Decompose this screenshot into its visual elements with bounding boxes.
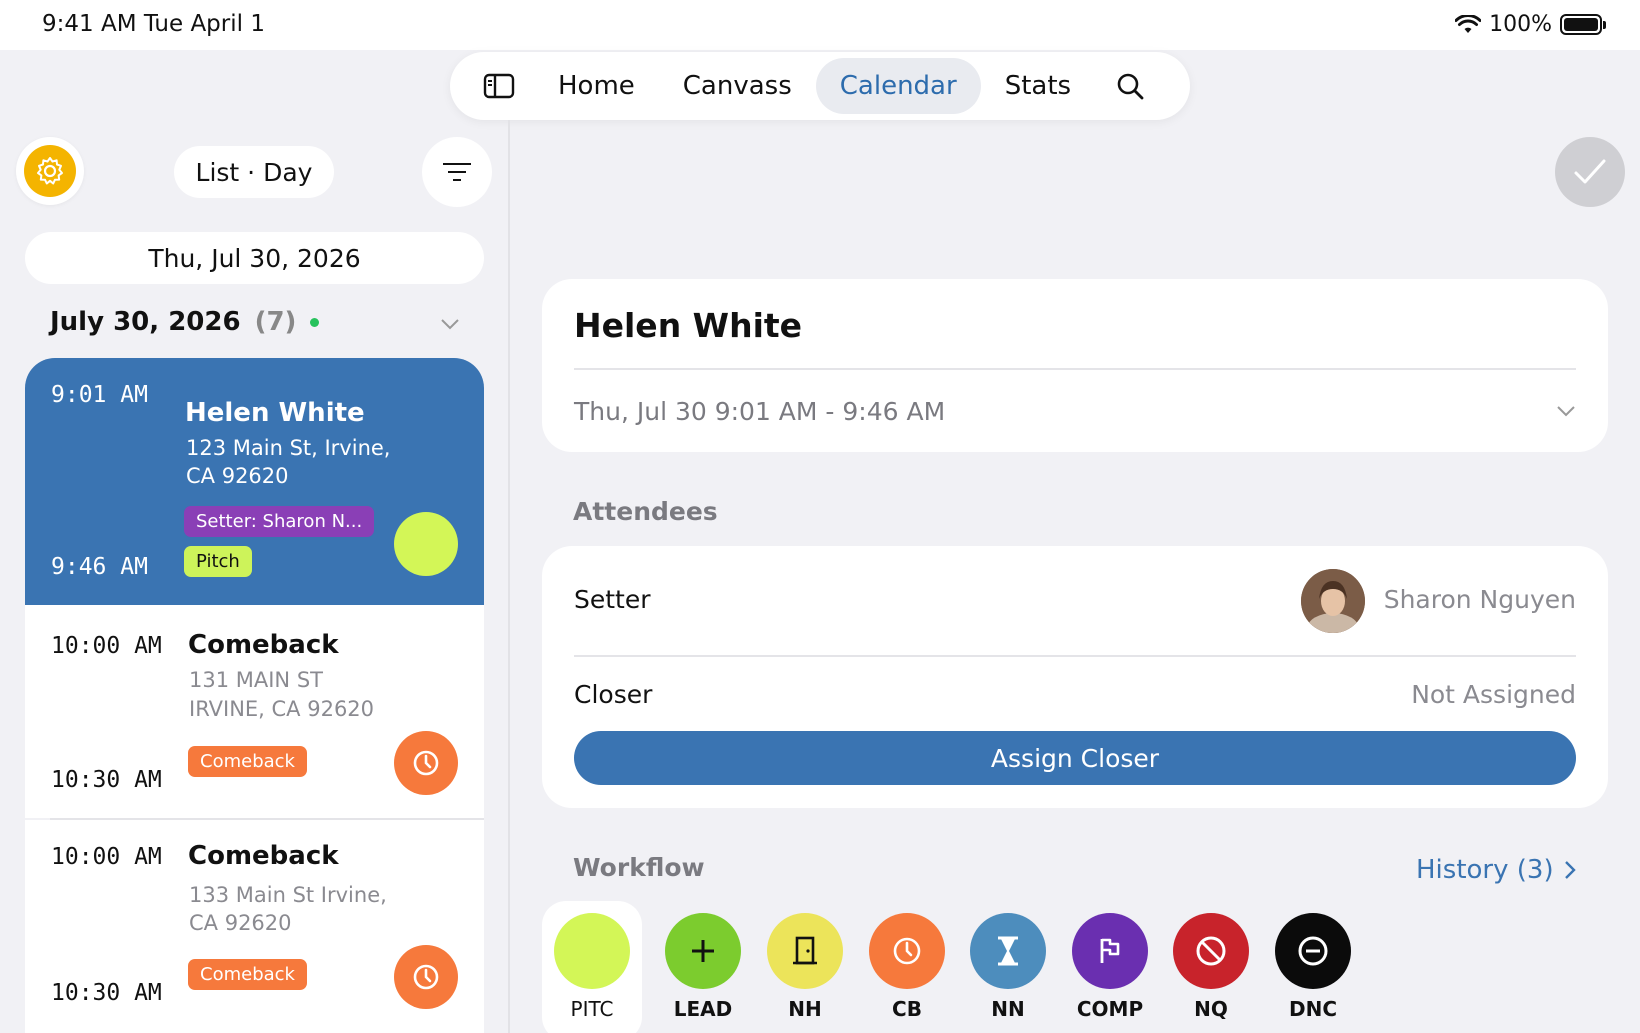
setter-label: Setter (574, 585, 651, 614)
appointment-address-line1: 123 Main St, Irvine, (186, 436, 391, 460)
workflow-label: NQ (1194, 997, 1228, 1021)
status-tag: Comeback (188, 746, 307, 777)
chevron-right-icon (1564, 861, 1576, 879)
status-circle[interactable] (394, 512, 458, 576)
workflow-cb-button[interactable]: CB (862, 913, 952, 1021)
appointment-item-selected[interactable]: 9:01 AM Helen White 123 Main St, Irvine,… (25, 358, 484, 605)
workflow-lead-button[interactable]: LEAD (658, 913, 748, 1021)
day-section-header[interactable]: July 30, 2026 (7) (50, 307, 320, 337)
settings-button[interactable] (16, 137, 84, 205)
setter-name: Sharon Nguyen (1383, 585, 1576, 614)
appointment-name: Helen White (185, 398, 365, 428)
workflow-nh-button[interactable]: NH (760, 913, 850, 1021)
door-icon (793, 936, 817, 965)
card-divider (574, 655, 1576, 657)
flag-icon (1100, 938, 1120, 963)
tab-calendar[interactable]: Calendar (815, 58, 981, 114)
top-nav: Home Canvass Calendar Stats (450, 52, 1190, 120)
status-bar: 9:41 AM Tue April 1 100% (0, 0, 1640, 50)
workflow-label: PITC (570, 997, 614, 1021)
search-button[interactable] (1095, 58, 1165, 114)
workflow-label: NN (991, 997, 1025, 1021)
plus-icon (692, 940, 714, 962)
sidebar-toggle-button[interactable] (464, 58, 534, 114)
clock-icon (413, 750, 439, 776)
appointment-address-line2: CA 92620 (186, 464, 289, 488)
tab-stats[interactable]: Stats (981, 58, 1095, 114)
pitch-status-icon (554, 913, 630, 989)
day-count: (7) (254, 307, 297, 337)
chevron-down-icon[interactable] (1556, 405, 1576, 417)
workflow-label: LEAD (673, 997, 733, 1021)
workflow-label: NH (788, 997, 822, 1021)
checkmark-icon (1574, 159, 1606, 184)
view-mode-selector[interactable]: List · Day (174, 146, 334, 198)
attendees-heading: Attendees (573, 497, 718, 526)
appointment-name: Comeback (188, 630, 339, 660)
clock-icon (893, 937, 921, 965)
tab-home[interactable]: Home (534, 58, 659, 114)
search-icon (1117, 73, 1144, 100)
appointment-address-line2: IRVINE, CA 92620 (189, 697, 375, 721)
appointment-name: Comeback (188, 841, 339, 871)
appointment-end-time: 10:30 AM (51, 980, 162, 1006)
chevron-down-icon[interactable] (440, 318, 460, 330)
appointment-item[interactable]: 10:00 AM Comeback 133 Main St Irvine, CA… (25, 820, 484, 1033)
gear-icon (37, 157, 63, 185)
minus-circle-icon (1298, 936, 1328, 966)
sidebar-icon (483, 73, 515, 99)
filter-button[interactable] (422, 137, 492, 207)
appointment-start-time: 10:00 AM (51, 844, 162, 870)
hourglass-icon (998, 936, 1018, 966)
wifi-icon (1455, 14, 1482, 33)
battery-icon (1560, 14, 1606, 35)
workflow-nq-button[interactable]: NQ (1166, 913, 1256, 1021)
history-link[interactable]: History (3) (1416, 855, 1576, 885)
workflow-pitch-button[interactable]: PITC (547, 913, 637, 1021)
avatar (1301, 569, 1365, 633)
ban-icon (1196, 936, 1226, 966)
appointment-address-line1: 131 MAIN ST (189, 668, 323, 692)
appointment-end-time: 9:46 AM (51, 554, 148, 580)
status-circle[interactable] (394, 731, 458, 795)
closer-label: Closer (574, 680, 653, 709)
appointment-item[interactable]: 10:00 AM Comeback 131 MAIN ST IRVINE, CA… (25, 605, 484, 818)
workflow-dnc-button[interactable]: DNC (1268, 913, 1358, 1021)
clock-icon (413, 964, 439, 990)
assign-closer-button[interactable]: Assign Closer (574, 731, 1576, 785)
appointment-address-line2: CA 92620 (189, 911, 292, 935)
workflow-label: COMP (1076, 997, 1144, 1021)
status-tag: Comeback (188, 959, 307, 990)
status-circle[interactable] (394, 945, 458, 1009)
event-title: Helen White (574, 306, 803, 345)
attendees-card: Setter Sharon Nguyen Closer Not Assigned… (542, 546, 1608, 808)
event-time-range[interactable]: Thu, Jul 30 9:01 AM - 9:46 AM (574, 397, 945, 426)
status-tag: Pitch (184, 546, 252, 577)
tab-canvass[interactable]: Canvass (659, 58, 816, 114)
pane-divider (508, 120, 510, 1033)
history-label: History (3) (1416, 855, 1554, 885)
filter-icon (443, 163, 471, 181)
workflow-nn-button[interactable]: NN (963, 913, 1053, 1021)
appointment-address-line1: 133 Main St Irvine, (189, 883, 387, 907)
day-title: July 30, 2026 (50, 307, 241, 337)
event-header-card: Helen White Thu, Jul 30 9:01 AM - 9:46 A… (542, 279, 1608, 452)
status-time: 9:41 AM Tue April 1 (42, 11, 265, 37)
card-divider (574, 368, 1576, 370)
appointment-start-time: 9:01 AM (51, 382, 148, 408)
setter-tag: Setter: Sharon N... (184, 506, 375, 537)
date-picker[interactable]: Thu, Jul 30, 2026 (25, 232, 484, 284)
workflow-heading: Workflow (573, 853, 705, 882)
status-dot (310, 317, 320, 327)
battery-percent: 100% (1489, 12, 1552, 37)
appointment-start-time: 10:00 AM (51, 633, 162, 659)
closer-value: Not Assigned (1411, 680, 1576, 709)
workflow-label: CB (892, 997, 922, 1021)
workflow-comp-button[interactable]: COMP (1065, 913, 1155, 1021)
appointment-end-time: 10:30 AM (51, 767, 162, 793)
workflow-label: DNC (1288, 997, 1338, 1021)
status-indicators: 100% (1455, 12, 1606, 37)
confirm-button[interactable] (1555, 137, 1625, 207)
